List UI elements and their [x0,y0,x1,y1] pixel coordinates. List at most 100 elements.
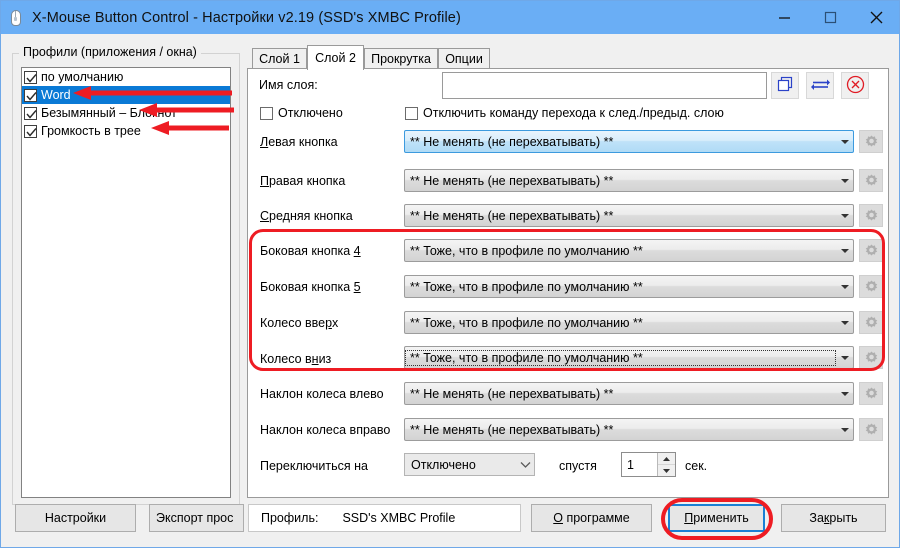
about-button[interactable]: О программе [531,504,652,532]
middle-button-combo[interactable]: ** Не менять (не перехватывать) ** [404,204,854,227]
chevron-down-icon[interactable] [836,139,853,144]
list-item[interactable]: по умолчанию [22,68,230,86]
right-button-value: ** Не менять (не перехватывать) ** [410,173,614,188]
tab-layer-1[interactable]: Слой 1 [252,48,307,69]
side-button-4-settings-gear [859,239,883,262]
wheel-tilt-left-settings-gear [859,382,883,405]
wheel-tilt-left-value: ** Не менять (не перехватывать) ** [410,386,614,401]
list-item-label: по умолчанию [41,70,124,84]
seconds-spinner[interactable]: 1 [621,452,676,477]
list-item-label: Громкость в трее [41,124,141,138]
app-icon [7,9,25,27]
left-button-value: ** Не менять (не перехватывать) ** [410,134,614,149]
chevron-down-icon[interactable] [836,248,853,253]
side-button-4-label: Боковая кнопка 4 [260,244,361,258]
left-button-label: Левая кнопка [260,135,338,149]
profiles-listbox[interactable]: по умолчанию Word Безымянный – Блокнот Г… [21,67,231,498]
middle-button-settings-gear [859,204,883,227]
spinner-down-icon[interactable] [658,465,675,476]
copy-icon [777,76,794,96]
side-button-5-combo[interactable]: ** Тоже, что в профиле по умолчанию ** [404,275,854,298]
seconds-unit-label: сек. [685,459,708,473]
checkbox-icon[interactable] [24,106,37,120]
chevron-down-icon[interactable] [516,461,534,469]
wheel-tilt-left-combo[interactable]: ** Не менять (не перехватывать) ** [404,382,854,405]
checkbox-icon[interactable] [405,106,418,120]
list-item[interactable]: Безымянный – Блокнот [22,104,230,122]
minimize-button[interactable] [761,1,807,34]
list-item[interactable]: Громкость в трее [22,122,230,140]
maximize-button[interactable] [807,1,853,34]
window-title: X-Mouse Button Control - Настройки v2.19… [32,9,461,26]
disable-nav-checkbox-row[interactable]: Отключить команду перехода к след./преды… [405,106,724,120]
checkbox-icon[interactable] [24,70,37,84]
profile-display: Профиль: SSD's XMBC Profile [248,504,521,532]
middle-button-label: Средняя кнопка [260,209,353,223]
side-button-4-combo[interactable]: ** Тоже, что в профиле по умолчанию ** [404,239,854,262]
export-profile-button[interactable]: Экспорт проc [149,504,244,532]
copy-layer-button[interactable] [771,72,799,99]
tab-layer-2[interactable]: Слой 2 [307,45,364,70]
wheel-tilt-left-label: Наклон колеса влево [260,387,384,401]
right-button-label: Правая кнопка [260,174,346,188]
chevron-down-icon[interactable] [836,355,853,360]
side-button-5-label: Боковая кнопка 5 [260,280,361,294]
swap-arrows-icon [810,77,830,95]
checkbox-icon[interactable] [260,106,273,120]
right-button-combo[interactable]: ** Не менять (не перехватывать) ** [404,169,854,192]
profiles-group-title: Профили (приложения / окна) [19,45,201,59]
apply-button[interactable]: Применить [668,504,765,532]
list-item-label: Word [41,88,71,102]
wheel-down-settings-gear [859,346,883,369]
wheel-up-label: Колесо вверх [260,316,339,330]
wheel-tilt-right-settings-gear [859,418,883,441]
wheel-tilt-right-value: ** Не менять (не перехватывать) ** [410,422,614,437]
left-button-combo[interactable]: ** Не менять (не перехватывать) ** [404,130,854,153]
chevron-down-icon[interactable] [836,391,853,396]
tab-strip: Слой 1 Слой 2 Прокрутка Опции [247,45,889,70]
tab-scrolling[interactable]: Прокрутка [364,48,438,69]
layer-name-input[interactable] [442,72,767,99]
title-bar: X-Mouse Button Control - Настройки v2.19… [1,1,899,34]
checkbox-icon[interactable] [24,124,37,138]
close-dialog-button[interactable]: За к рыть [781,504,886,532]
settings-button[interactable]: Настройки [15,504,136,532]
side-button-4-value: ** Тоже, что в профиле по умолчанию ** [410,243,643,258]
switch-to-combo[interactable]: Отключено [404,453,535,476]
spinner-up-icon[interactable] [658,453,675,465]
wheel-up-combo[interactable]: ** Тоже, что в профиле по умолчанию ** [404,311,854,334]
wheel-tilt-right-combo[interactable]: ** Не менять (не перехватывать) ** [404,418,854,441]
spinner-buttons[interactable] [657,453,675,476]
chevron-down-icon[interactable] [836,284,853,289]
layer-name-label: Имя слоя: [259,78,318,92]
swap-layers-button[interactable] [806,72,834,99]
wheel-down-combo[interactable]: ** Тоже, что в профиле по умолчанию ** [404,346,854,369]
close-button[interactable] [853,1,899,34]
disabled-checkbox-row[interactable]: Отключено [260,106,343,120]
wheel-down-label: Колесо вниз [260,352,332,366]
clear-layer-button[interactable] [841,72,869,99]
app-window: X-Mouse Button Control - Настройки v2.19… [0,0,900,548]
side-button-5-settings-gear [859,275,883,298]
seconds-value[interactable]: 1 [622,453,657,476]
right-button-settings-gear [859,169,883,192]
chevron-down-icon[interactable] [836,320,853,325]
wheel-tilt-right-label: Наклон колеса вправо [260,423,391,437]
profile-label: Профиль: [261,511,319,525]
window-controls [761,1,899,34]
list-item[interactable]: Word [22,86,230,104]
chevron-down-icon[interactable] [836,213,853,218]
wheel-up-value: ** Тоже, что в профиле по умолчанию ** [410,315,643,330]
left-button-settings-gear [859,130,883,153]
disabled-checkbox-label: Отключено [278,106,343,120]
switch-to-label: Переключиться на [260,459,368,473]
tab-options[interactable]: Опции [438,48,490,69]
disable-nav-checkbox-label: Отключить команду перехода к след./преды… [423,106,724,120]
list-item-label: Безымянный – Блокнот [41,106,177,120]
chevron-down-icon[interactable] [836,427,853,432]
side-button-5-value: ** Тоже, что в профиле по умолчанию ** [410,279,643,294]
wheel-up-settings-gear [859,311,883,334]
chevron-down-icon[interactable] [836,178,853,183]
checkbox-icon[interactable] [24,88,37,102]
switch-to-value: Отключено [411,457,476,472]
